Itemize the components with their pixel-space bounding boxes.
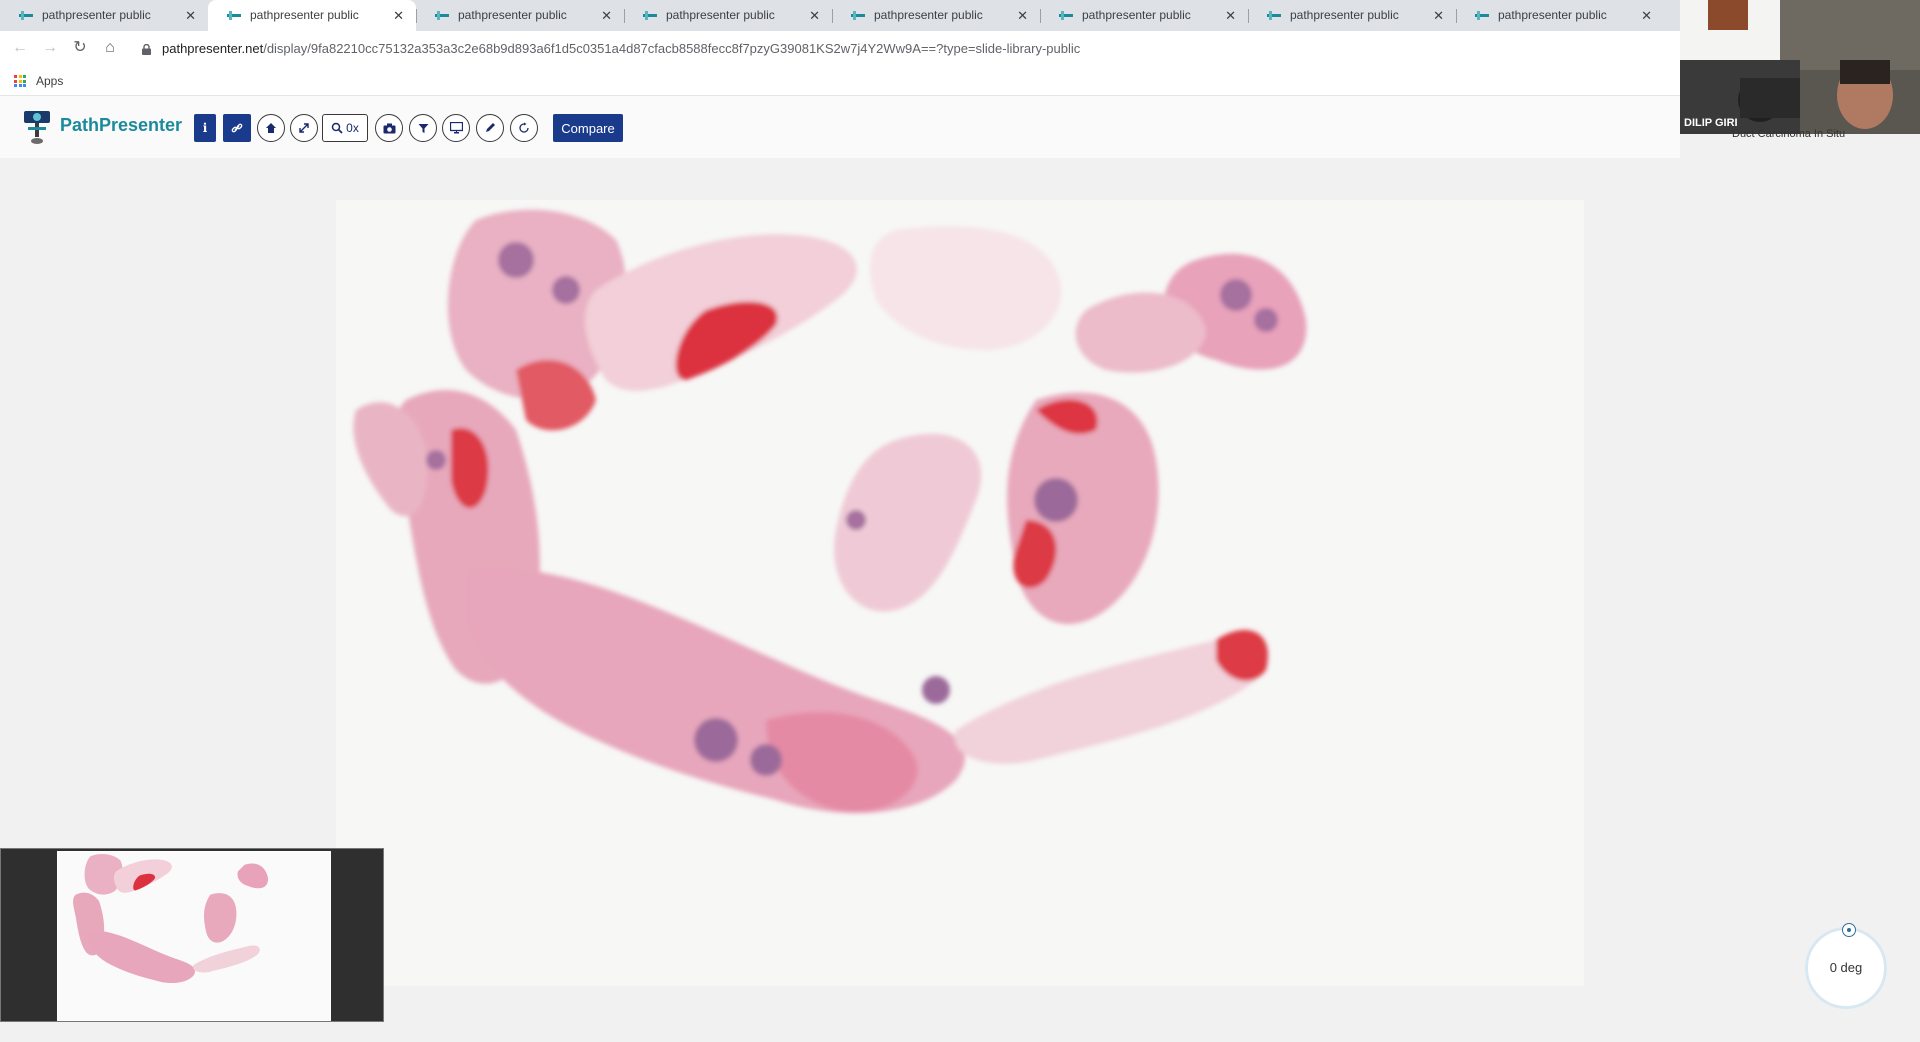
browser-toolbar: ← → ↻ ⌂ pathpresenter.net/display/9fa822… bbox=[0, 31, 1680, 67]
browser-tab[interactable]: pathpresenter public ✕ bbox=[1040, 0, 1248, 31]
url-path: /display/9fa82210cc75132a353a3c2e68b9d89… bbox=[263, 41, 1081, 56]
compare-button[interactable]: Compare bbox=[553, 114, 623, 142]
navigator-viewport[interactable] bbox=[57, 851, 331, 1021]
tab-title: pathpresenter public bbox=[250, 8, 359, 22]
tab-title: pathpresenter public bbox=[458, 8, 567, 22]
link-button[interactable] bbox=[223, 114, 251, 142]
fullscreen-icon bbox=[299, 123, 309, 133]
browser-tab[interactable]: pathpresenter public ✕ bbox=[832, 0, 1040, 31]
pathpresenter-favicon-icon bbox=[227, 11, 241, 20]
browser-tab[interactable]: pathpresenter public ✕ bbox=[0, 0, 208, 31]
pencil-icon bbox=[486, 123, 495, 132]
present-button[interactable] bbox=[442, 114, 470, 142]
rotation-handle[interactable] bbox=[1842, 923, 1856, 937]
home-button[interactable] bbox=[257, 114, 285, 142]
pathpresenter-favicon-icon bbox=[435, 11, 449, 20]
browser-tab[interactable]: pathpresenter public ✕ bbox=[1248, 0, 1456, 31]
monitor-icon bbox=[449, 122, 463, 134]
pathpresenter-favicon-icon bbox=[643, 11, 657, 20]
webcam-overlay: DILIP GIRI bbox=[1680, 0, 1920, 134]
pathpresenter-logo-icon bbox=[24, 111, 50, 144]
rotate-button[interactable] bbox=[510, 114, 538, 142]
tab-close-icon[interactable]: ✕ bbox=[809, 0, 820, 31]
camera-icon bbox=[383, 123, 395, 133]
thumbnail-tissue-image bbox=[73, 854, 269, 984]
link-icon bbox=[231, 123, 243, 133]
tab-title: pathpresenter public bbox=[666, 8, 775, 22]
slide-caption: Duct Carcinoma In Situ bbox=[1732, 128, 1846, 140]
forward-arrow-icon[interactable]: → bbox=[39, 37, 61, 59]
url-host: pathpresenter.net bbox=[162, 41, 264, 56]
home-icon[interactable]: ⌂ bbox=[99, 37, 121, 59]
tab-close-icon[interactable]: ✕ bbox=[1017, 0, 1028, 31]
snapshot-button[interactable] bbox=[375, 114, 403, 142]
annotate-button[interactable] bbox=[476, 114, 504, 142]
tab-title: pathpresenter public bbox=[42, 8, 151, 22]
back-arrow-icon[interactable]: ← bbox=[9, 37, 31, 59]
apps-grid-icon[interactable] bbox=[14, 75, 26, 87]
browser-tab[interactable]: pathpresenter public ✕ bbox=[624, 0, 832, 31]
tissue-section-image bbox=[353, 209, 1307, 814]
apps-bookmark[interactable]: Apps bbox=[36, 74, 63, 88]
browser-tab[interactable]: pathpresenter public ✕ bbox=[416, 0, 624, 31]
pathpresenter-favicon-icon bbox=[19, 11, 33, 20]
filter-button[interactable] bbox=[409, 114, 437, 142]
presenter-name: DILIP GIRI bbox=[1684, 117, 1738, 129]
address-bar[interactable]: pathpresenter.net/display/9fa82210cc7513… bbox=[128, 35, 1680, 63]
tab-close-icon[interactable]: ✕ bbox=[393, 0, 404, 31]
browser-tab-strip: pathpresenter public ✕ pathpresenter pub… bbox=[0, 0, 1680, 31]
pathpresenter-favicon-icon bbox=[1267, 11, 1281, 20]
url-text: pathpresenter.net/display/9fa82210cc7513… bbox=[162, 35, 1080, 63]
app-header: PathPresenter i 0x Compare bbox=[0, 96, 1680, 158]
filter-icon bbox=[418, 123, 428, 133]
zoom-icon bbox=[331, 122, 343, 134]
reload-icon[interactable]: ↻ bbox=[69, 37, 91, 59]
tab-close-icon[interactable]: ✕ bbox=[1641, 0, 1652, 31]
rotate-icon bbox=[519, 122, 529, 133]
tab-title: pathpresenter public bbox=[1498, 8, 1607, 22]
slide-viewer[interactable]: 0 deg bbox=[0, 158, 1920, 1042]
lock-icon bbox=[142, 44, 151, 55]
slide-image[interactable] bbox=[336, 200, 1584, 986]
tab-title: pathpresenter public bbox=[1290, 8, 1399, 22]
tab-close-icon[interactable]: ✕ bbox=[601, 0, 612, 31]
navigator-minimap[interactable] bbox=[0, 848, 384, 1022]
tab-title: pathpresenter public bbox=[874, 8, 983, 22]
tab-close-icon[interactable]: ✕ bbox=[1225, 0, 1236, 31]
pathpresenter-favicon-icon bbox=[1475, 11, 1489, 20]
zoom-button[interactable]: 0x bbox=[322, 114, 368, 142]
info-button[interactable]: i bbox=[194, 114, 216, 142]
app-brand-name: PathPresenter bbox=[60, 115, 183, 135]
pathpresenter-favicon-icon bbox=[851, 11, 865, 20]
presenter-video-image bbox=[1680, 0, 1920, 134]
browser-tab-active[interactable]: pathpresenter public ✕ bbox=[208, 0, 416, 31]
info-icon: i bbox=[202, 121, 208, 135]
tab-close-icon[interactable]: ✕ bbox=[1433, 0, 1444, 31]
pathpresenter-favicon-icon bbox=[1059, 11, 1073, 20]
zoom-level-label: 0x bbox=[346, 121, 359, 135]
tab-close-icon[interactable]: ✕ bbox=[185, 0, 196, 31]
bookmarks-bar: Apps bbox=[0, 67, 1680, 96]
fullscreen-button[interactable] bbox=[290, 114, 318, 142]
tab-title: pathpresenter public bbox=[1082, 8, 1191, 22]
home-icon bbox=[266, 123, 276, 133]
rotation-dial[interactable]: 0 deg bbox=[1805, 923, 1887, 1009]
rotation-label: 0 deg bbox=[1829, 960, 1863, 975]
browser-tab[interactable]: pathpresenter public ✕ bbox=[1456, 0, 1664, 31]
